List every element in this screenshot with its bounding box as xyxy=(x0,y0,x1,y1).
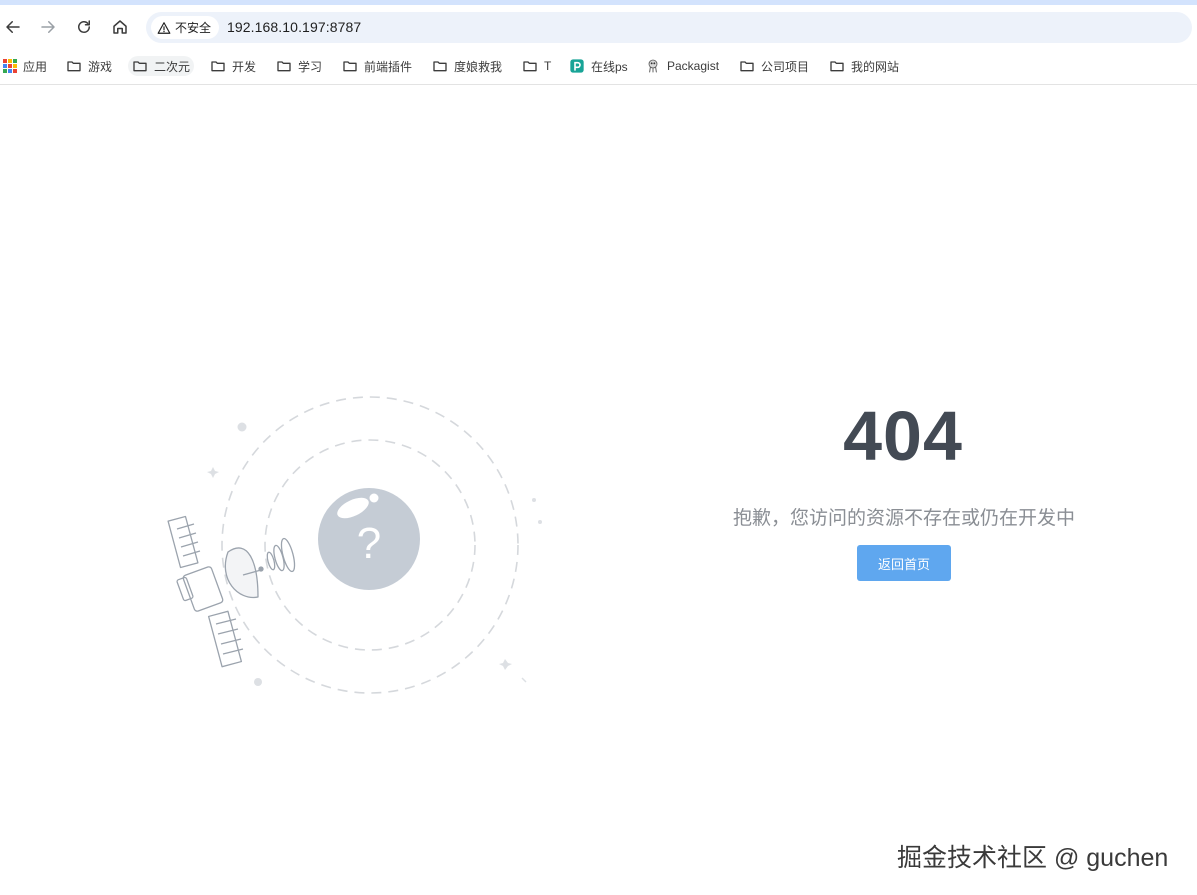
arrow-left-icon xyxy=(6,21,20,33)
warning-icon xyxy=(157,21,171,34)
arrow-right-icon xyxy=(41,21,55,33)
home-icon xyxy=(113,20,127,34)
back-button[interactable] xyxy=(0,14,26,40)
bookmark-label: 二次元 xyxy=(154,59,191,74)
bookmark-folder-baidu[interactable]: 度娘救我 xyxy=(432,56,502,76)
bookmark-folder-my-sites[interactable]: 我的网站 xyxy=(829,56,899,76)
bookmark-folder-games[interactable]: 游戏 xyxy=(66,56,112,76)
bookmark-label: T xyxy=(544,59,552,73)
bookmark-label: 在线ps xyxy=(591,59,628,74)
bookmark-folder-study[interactable]: 学习 xyxy=(276,56,322,76)
bookmark-label: 度娘救我 xyxy=(454,59,503,74)
bookmark-packagist[interactable]: Packagist xyxy=(645,56,719,76)
folder-icon xyxy=(133,61,147,72)
bookmark-folder-t[interactable]: T xyxy=(522,56,551,76)
folder-icon xyxy=(277,61,291,72)
bookmark-label: Packagist xyxy=(667,59,720,73)
bookmark-folder-anime[interactable]: 二次元 xyxy=(128,56,195,76)
bookmark-online-ps[interactable]: 在线ps xyxy=(569,56,628,76)
security-chip[interactable]: 不安全 xyxy=(151,16,220,39)
satellite-question-icon: ? xyxy=(167,396,542,694)
folder-icon xyxy=(433,61,447,72)
security-label: 不安全 xyxy=(175,21,212,35)
reload-icon xyxy=(78,20,90,33)
bookmark-folder-frontend[interactable]: 前端插件 xyxy=(342,56,412,76)
folder-icon xyxy=(67,61,81,72)
reload-button[interactable] xyxy=(71,14,97,40)
photopea-icon xyxy=(570,59,584,73)
home-button-browser[interactable] xyxy=(107,14,133,40)
bookmark-label: 前端插件 xyxy=(364,59,413,74)
folder-icon xyxy=(830,61,844,72)
bookmark-label: 公司项目 xyxy=(761,59,810,74)
address-bar[interactable]: 不安全 192.168.10.197:8787 xyxy=(146,12,1192,43)
bookmarks-bar: 应用 游戏 二次元 开发 学习 前端插件 度娘救我 T 在线ps Packagi… xyxy=(0,48,1197,85)
url-text[interactable]: 192.168.10.197:8787 xyxy=(227,19,361,35)
folder-icon xyxy=(343,61,357,72)
error-code: 404 xyxy=(843,397,963,475)
bookmark-label: 我的网站 xyxy=(851,59,900,74)
packagist-icon xyxy=(648,59,658,73)
error-message: 抱歉，您访问的资源不存在或仍在开发中 xyxy=(732,508,1075,529)
bookmark-folder-company[interactable]: 公司项目 xyxy=(739,56,809,76)
folder-icon xyxy=(211,61,225,72)
watermark: 掘金技术社区 @ guchen xyxy=(897,844,1169,872)
browser-toolbar: 不安全 192.168.10.197:8787 xyxy=(0,5,1197,48)
bookmark-label: 应用 xyxy=(23,59,48,74)
bookmark-folder-dev[interactable]: 开发 xyxy=(210,56,256,76)
bookmark-label: 游戏 xyxy=(88,59,113,74)
bookmark-apps[interactable]: 应用 xyxy=(3,56,47,76)
svg-text:?: ? xyxy=(357,519,381,568)
folder-icon xyxy=(740,61,754,72)
folder-icon xyxy=(523,61,537,72)
return-home-button[interactable]: 返回首页 xyxy=(857,545,951,581)
apps-grid-icon xyxy=(3,59,17,73)
bookmark-label: 学习 xyxy=(298,59,323,74)
bookmark-label: 开发 xyxy=(232,59,257,74)
forward-button[interactable] xyxy=(35,14,61,40)
